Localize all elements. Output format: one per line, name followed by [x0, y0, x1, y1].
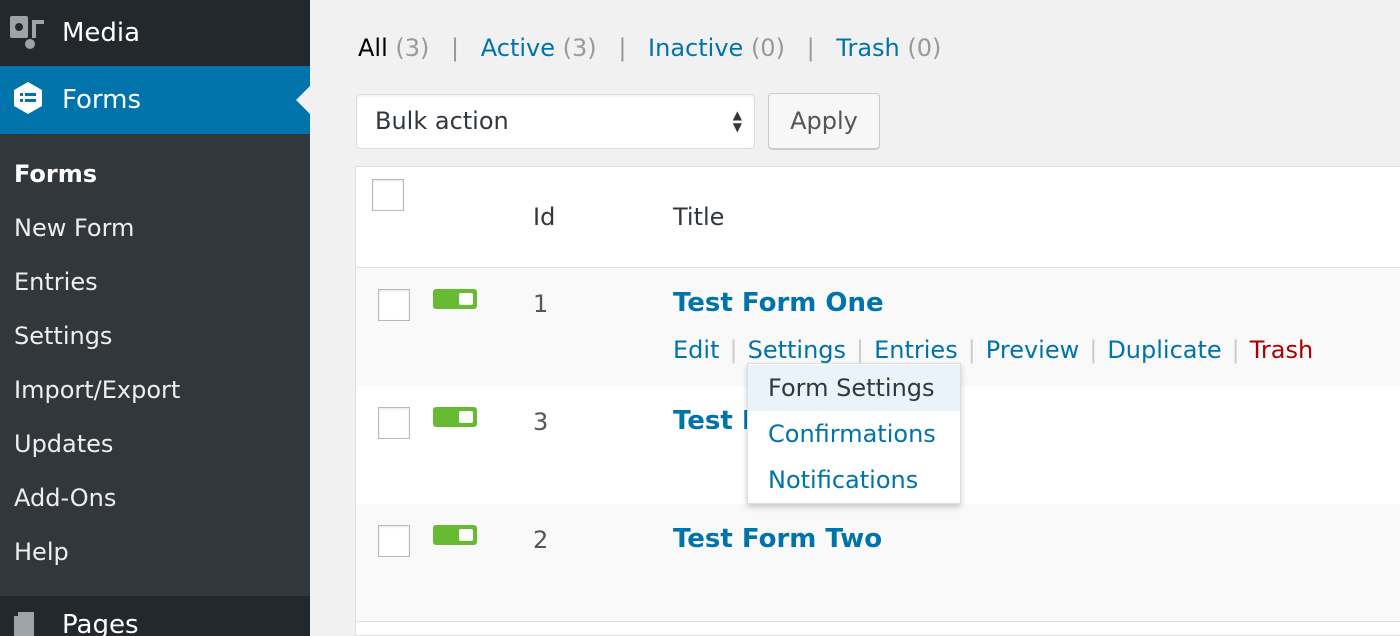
menu-media-label: Media: [62, 18, 141, 48]
row-action-settings[interactable]: Settings: [748, 336, 846, 364]
row-id: 3: [533, 408, 549, 436]
active-toggle[interactable]: [433, 289, 477, 309]
pages-icon: [8, 610, 48, 636]
row-action-duplicate[interactable]: Duplicate: [1107, 336, 1221, 364]
submenu-item-settings[interactable]: Settings: [14, 322, 112, 350]
forms-submenu: Forms New Form Entries Settings Import/E…: [0, 134, 310, 596]
row-action-separator: |: [729, 336, 738, 364]
submenu-item-new-form[interactable]: New Form: [14, 214, 134, 242]
bulk-action-value: Bulk action: [375, 107, 509, 135]
menu-pages[interactable]: Pages: [0, 596, 310, 636]
submenu-item-forms[interactable]: Forms: [14, 160, 97, 188]
form-title-link[interactable]: Test Form One: [673, 288, 884, 318]
row-action-separator: |: [1089, 336, 1098, 364]
dropdown-item-confirmations[interactable]: Confirmations: [748, 411, 960, 457]
filter-all-count: (3): [395, 34, 430, 62]
filter-active-count: (3): [562, 34, 597, 62]
active-toggle[interactable]: [433, 525, 477, 545]
menu-forms-label: Forms: [62, 85, 142, 115]
current-menu-arrow: [296, 86, 310, 114]
form-title-link[interactable]: Test Form Two: [673, 524, 882, 554]
filter-inactive-count: (0): [750, 34, 785, 62]
row-action-entries[interactable]: Entries: [874, 336, 958, 364]
media-icon: [8, 6, 48, 60]
active-toggle[interactable]: [433, 407, 477, 427]
admin-sidebar: Media Forms Forms New Form Entries Setti…: [0, 0, 310, 636]
row-checkbox[interactable]: [378, 407, 410, 439]
select-arrows-icon: ▲ ▼: [732, 108, 742, 134]
status-filters: All (3) | Active (3) | Inactive (0) | Tr…: [358, 34, 941, 62]
row-id: 2: [533, 526, 549, 554]
submenu-item-help[interactable]: Help: [14, 538, 69, 566]
row-id: 1: [533, 290, 549, 318]
row-action-preview[interactable]: Preview: [986, 336, 1079, 364]
row-action-trash[interactable]: Trash: [1250, 336, 1313, 364]
table-row: 2 Test Form Two: [356, 504, 1400, 622]
menu-media[interactable]: Media: [0, 0, 310, 66]
filter-active[interactable]: Active: [481, 34, 555, 62]
row-checkbox[interactable]: [378, 289, 410, 321]
bulk-action-select[interactable]: Bulk action ▲ ▼: [356, 94, 755, 149]
submenu-item-import-export[interactable]: Import/Export: [14, 376, 180, 404]
forms-icon: [8, 78, 48, 122]
table-header: Id Title: [356, 167, 1400, 268]
row-action-separator: |: [1231, 336, 1240, 364]
settings-dropdown-menu: Form Settings Confirmations Notification…: [747, 363, 961, 504]
row-action-separator: |: [856, 336, 865, 364]
filter-inactive[interactable]: Inactive: [648, 34, 743, 62]
row-actions: Edit | Settings | Entries | Preview | Duplicate |…: [673, 336, 1313, 364]
submenu-item-add-ons[interactable]: Add-Ons: [14, 484, 116, 512]
filter-separator: |: [618, 34, 627, 62]
row-checkbox[interactable]: [378, 525, 410, 557]
dropdown-item-form-settings[interactable]: Form Settings: [748, 365, 960, 411]
filter-trash-count: (0): [907, 34, 942, 62]
row-action-edit[interactable]: Edit: [673, 336, 719, 364]
filter-trash[interactable]: Trash: [836, 34, 899, 62]
menu-pages-label: Pages: [62, 610, 139, 636]
column-header-id[interactable]: Id: [533, 203, 555, 231]
filter-all[interactable]: All: [358, 34, 388, 62]
menu-forms[interactable]: Forms: [0, 66, 310, 134]
submenu-item-updates[interactable]: Updates: [14, 430, 113, 458]
dropdown-item-notifications[interactable]: Notifications: [748, 457, 960, 503]
submenu-item-entries[interactable]: Entries: [14, 268, 98, 296]
filter-separator: |: [806, 34, 815, 62]
row-action-separator: |: [967, 336, 976, 364]
column-header-title[interactable]: Title: [673, 203, 724, 231]
filter-separator: |: [451, 34, 460, 62]
apply-button[interactable]: Apply: [768, 93, 880, 149]
select-all-checkbox[interactable]: [372, 179, 404, 211]
